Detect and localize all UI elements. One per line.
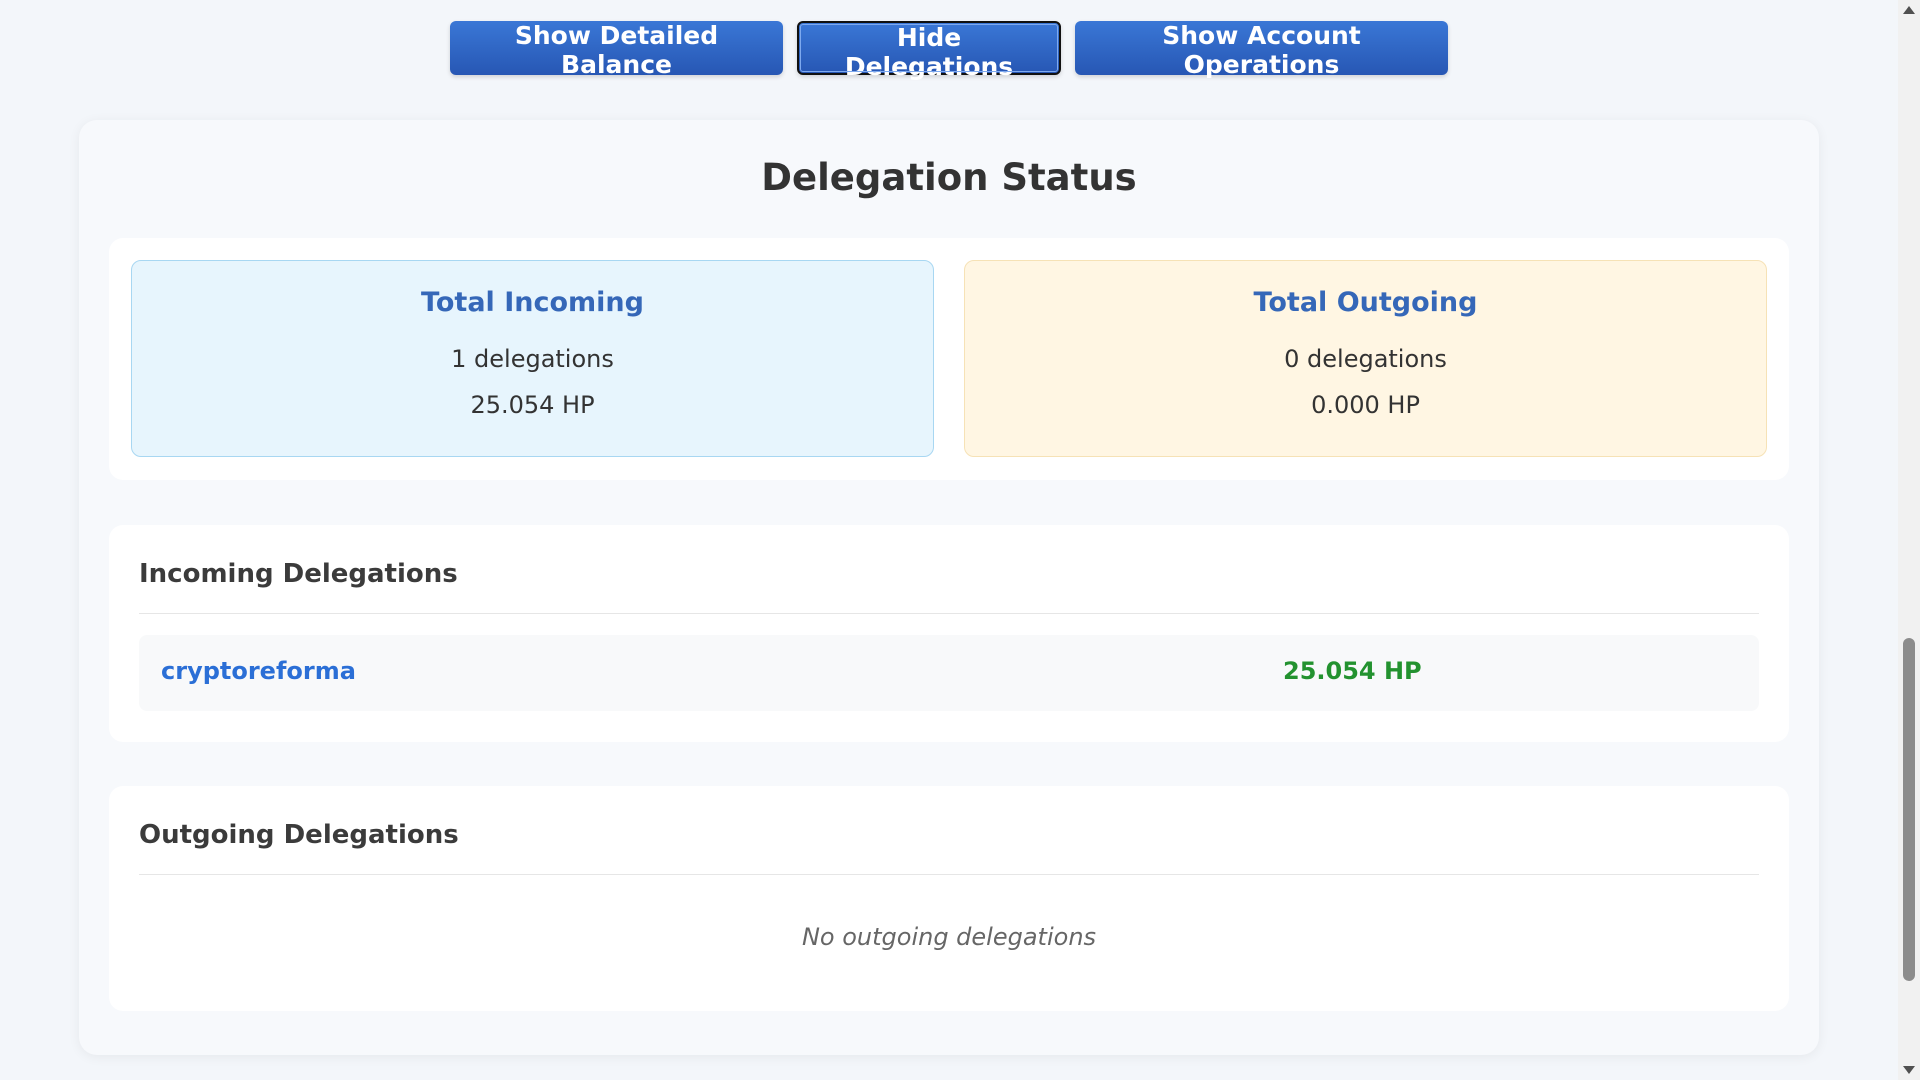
hide-delegations-button[interactable]: Hide Delegations [797,21,1061,81]
delegation-summary: Total Incoming 1 delegations 25.054 HP T… [109,238,1789,480]
scroll-down-arrow-icon[interactable] [1903,1066,1915,1074]
total-incoming-count: 1 delegations [451,345,614,373]
delegation-status-panel: Delegation Status Total Incoming 1 deleg… [79,120,1819,1055]
delegator-account-link[interactable]: cryptoreforma [161,657,356,685]
incoming-delegations-section: Incoming Delegations cryptoreforma 25.05… [109,525,1789,742]
delegation-row: cryptoreforma 25.054 HP [139,635,1759,711]
page: Show Detailed Balance Hide Delegations S… [0,0,1920,1080]
outgoing-delegations-section: Outgoing Delegations No outgoing delegat… [109,786,1789,1011]
total-outgoing-card: Total Outgoing 0 delegations 0.000 HP [964,260,1767,457]
total-incoming-amount: 25.054 HP [470,391,595,419]
total-outgoing-amount: 0.000 HP [1311,391,1420,419]
total-incoming-card: Total Incoming 1 delegations 25.054 HP [131,260,934,457]
section-divider [139,613,1759,614]
action-button-bar: Show Detailed Balance Hide Delegations S… [0,21,1898,81]
outgoing-delegations-title: Outgoing Delegations [139,820,459,850]
scrollbar-thumb[interactable] [1903,638,1915,981]
incoming-delegations-title: Incoming Delegations [139,559,458,589]
show-account-operations-button[interactable]: Show Account Operations [1075,21,1448,79]
total-incoming-title: Total Incoming [421,287,644,318]
scroll-up-arrow-icon[interactable] [1903,6,1915,14]
delegation-amount: 25.054 HP [1283,657,1422,685]
total-outgoing-count: 0 delegations [1284,345,1447,373]
empty-state-text: No outgoing delegations [801,923,1097,951]
section-divider [139,874,1759,875]
panel-title: Delegation Status [761,156,1137,199]
vertical-scrollbar[interactable] [1898,0,1920,1080]
show-detailed-balance-button[interactable]: Show Detailed Balance [450,21,783,79]
total-outgoing-title: Total Outgoing [1253,287,1478,318]
main-content: Show Detailed Balance Hide Delegations S… [0,0,1898,1080]
